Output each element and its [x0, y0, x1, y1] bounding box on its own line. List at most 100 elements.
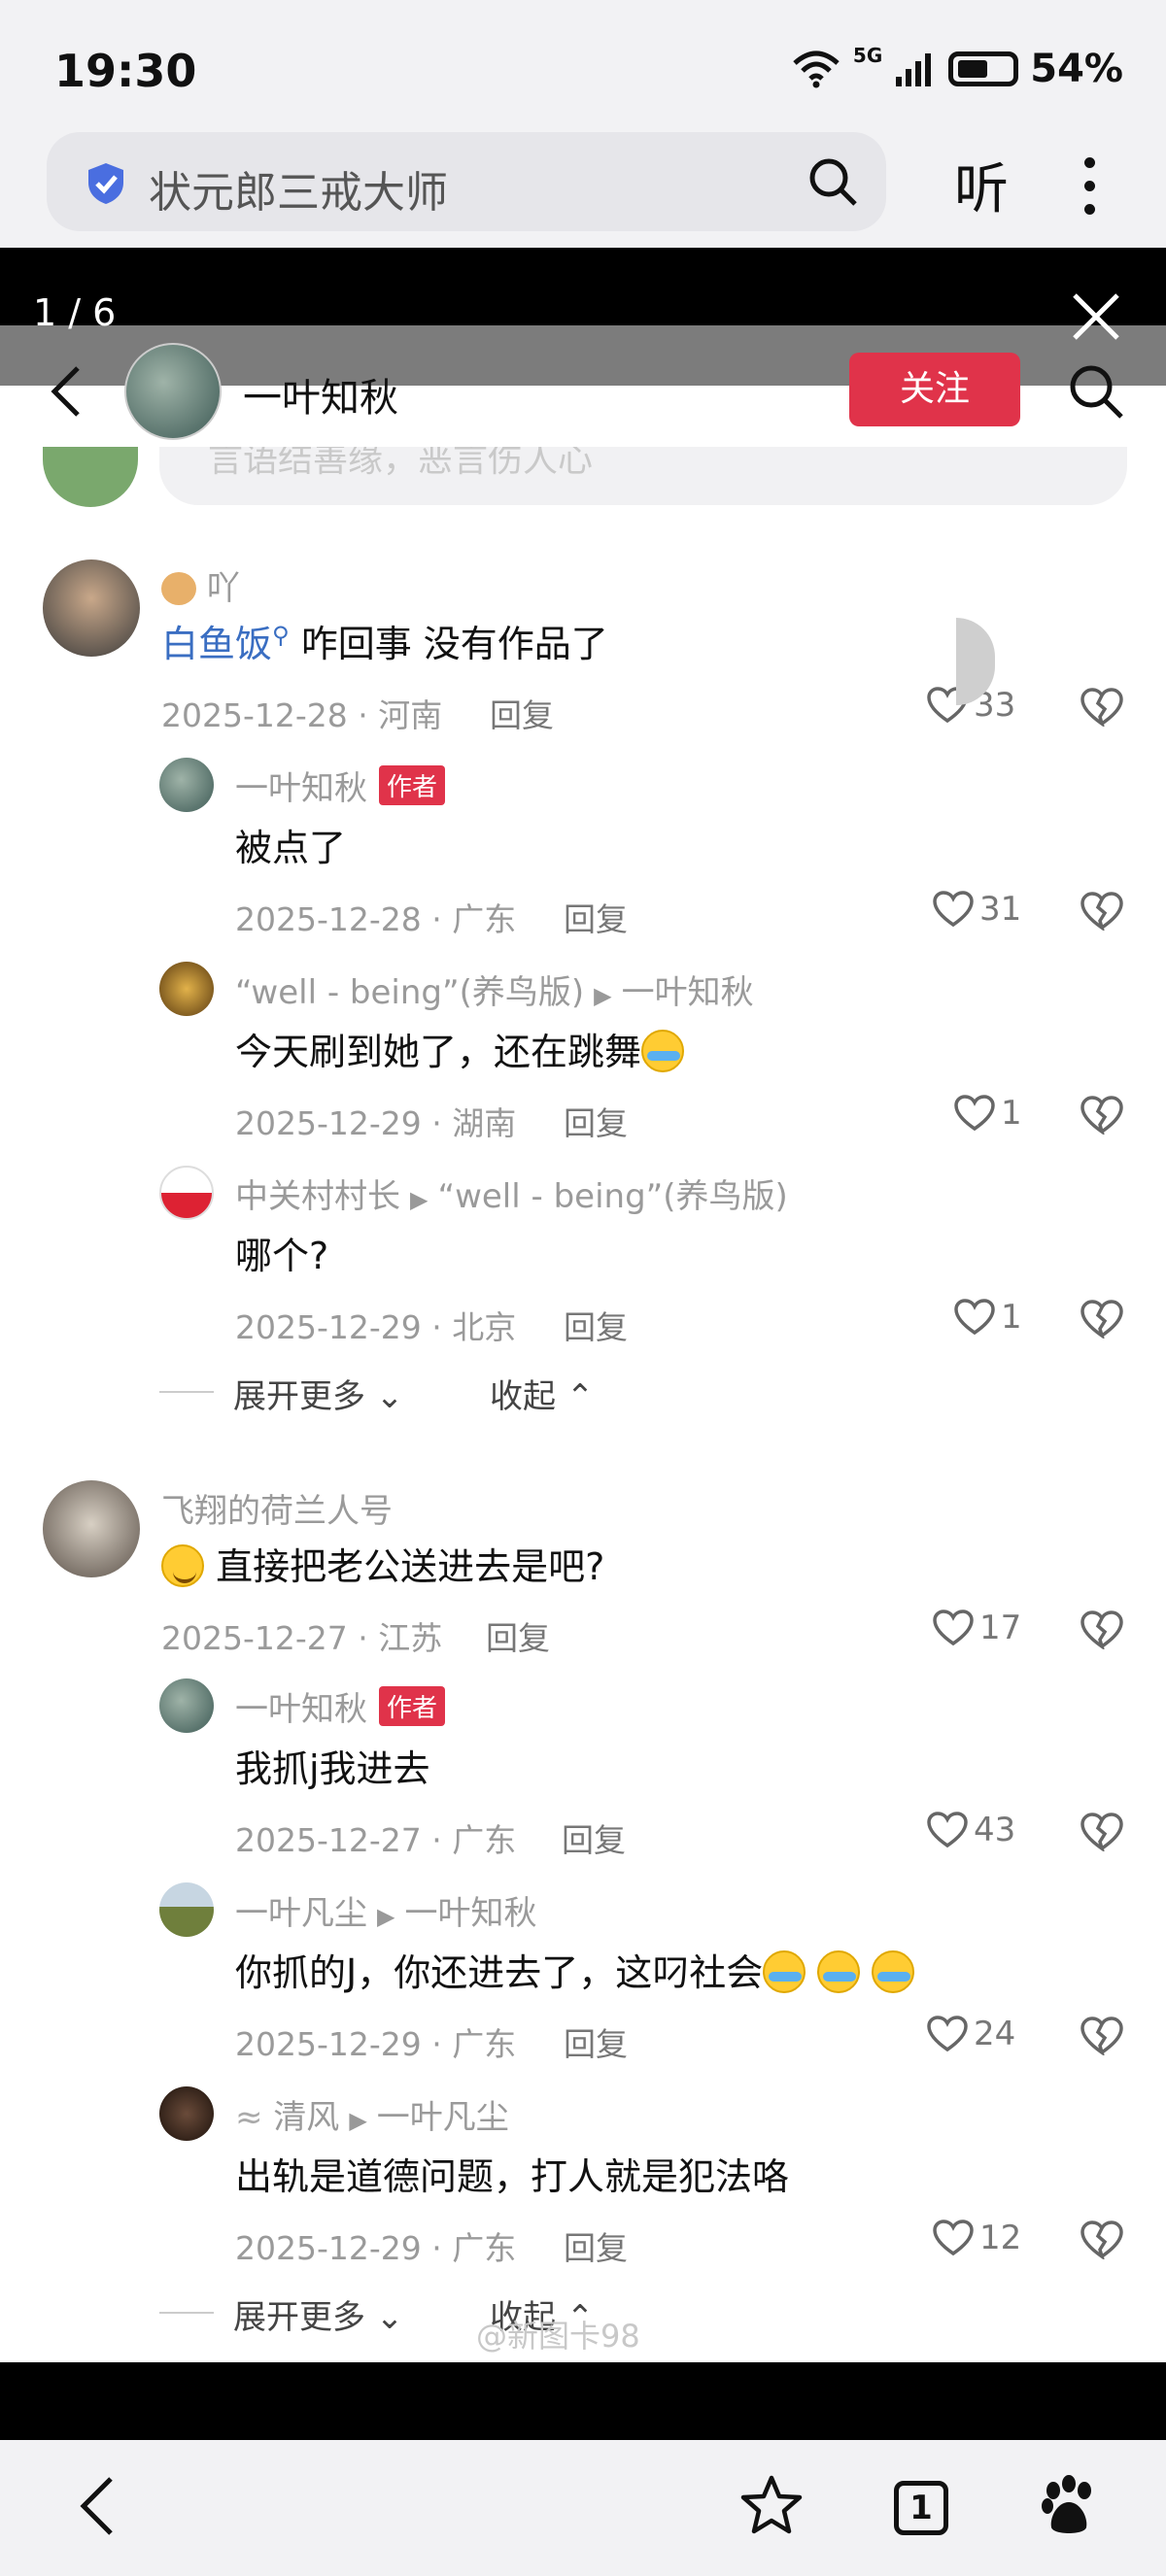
search-bar[interactable]: 状元郎三戒大师	[47, 132, 886, 231]
like-button[interactable]: 1	[954, 1094, 1022, 1133]
broken-heart-icon[interactable]	[1080, 2220, 1123, 2259]
comment-text: 咋回事 没有作品了	[300, 623, 608, 665]
comment-date: 2025-12-28 · 河南	[161, 696, 443, 734]
watermark: @新图卡98	[476, 2318, 640, 2355]
dog-emoji-icon	[161, 572, 196, 605]
comment-text: 被点了	[235, 827, 347, 869]
crying-laugh-emoji-icon	[763, 1950, 806, 1993]
like-button[interactable]: 17	[933, 1609, 1021, 1647]
comment-username[interactable]: 飞翔的荷兰人号	[161, 1484, 393, 1532]
broken-heart-icon[interactable]	[1080, 2017, 1123, 2055]
app-header: 一叶知秋 关注	[0, 325, 1166, 461]
listen-button[interactable]: 听	[954, 146, 1009, 224]
like-button[interactable]: 12	[933, 2219, 1021, 2257]
tabs-button[interactable]: 1	[894, 2481, 948, 2535]
close-icon[interactable]	[1069, 289, 1123, 344]
comment-username[interactable]: 中关村村长	[235, 1177, 400, 1216]
image-counter: 1 / 6	[33, 291, 117, 334]
reply-button[interactable]: 回复	[564, 2018, 628, 2065]
shield-icon	[88, 163, 123, 204]
reply-target[interactable]: 一叶知秋	[622, 973, 754, 1012]
comment-username[interactable]: 一叶知秋	[235, 1690, 367, 1729]
reply-button[interactable]: 回复	[564, 894, 628, 940]
reply-button[interactable]: 回复	[564, 1302, 628, 1348]
more-menu-icon[interactable]	[1084, 157, 1098, 216]
collapse-button[interactable]: 收起 ⌃	[490, 1370, 594, 1417]
comment-text: 直接把老公送进去是吧?	[216, 1545, 605, 1588]
avatar[interactable]	[159, 1166, 214, 1220]
avatar[interactable]	[43, 1480, 140, 1577]
broken-heart-icon[interactable]	[1080, 1096, 1123, 1135]
reply-arrow-icon: ▶	[410, 1186, 429, 1213]
back-arrow-icon[interactable]	[76, 2475, 119, 2537]
reply-arrow-icon: ▶	[594, 982, 612, 1009]
comment-input[interactable]: 言语结善缘，恶言伤人心	[159, 447, 1127, 505]
broken-heart-icon[interactable]	[1080, 1610, 1123, 1649]
crying-laugh-emoji-icon	[872, 1950, 915, 1993]
like-button[interactable]: 1	[954, 1298, 1022, 1337]
star-icon[interactable]	[740, 2475, 803, 2535]
comment-text: 哪个?	[235, 1235, 329, 1277]
search-query: 状元郎三戒大师	[149, 168, 448, 218]
comment-username[interactable]: 一叶凡尘	[235, 1894, 367, 1933]
like-count: 43	[974, 1811, 1016, 1849]
heart-icon	[954, 1299, 995, 1336]
battery-level: 54%	[1030, 47, 1123, 91]
reply-arrow-icon: ▶	[377, 1903, 395, 1930]
comment-date: 2025-12-28 · 广东	[235, 900, 517, 938]
reply-target[interactable]: 一叶凡尘	[377, 2098, 509, 2137]
grin-emoji-icon	[161, 1544, 204, 1587]
mention-link[interactable]: 白鱼饭	[161, 623, 272, 665]
avatar[interactable]	[159, 1882, 214, 1937]
comment-date: 2025-12-27 · 江苏	[161, 1619, 443, 1657]
comment-date: 2025-12-29 · 北京	[235, 1308, 517, 1346]
follow-button[interactable]: 关注	[849, 353, 1020, 426]
comment-username[interactable]: 吖	[207, 569, 240, 608]
browser-toolbar: 状元郎三戒大师 听	[0, 126, 1166, 248]
reply-arrow-icon: ▶	[349, 2107, 367, 2134]
search-icon[interactable]	[806, 155, 859, 208]
comment-text: 你抓的J，你还进去了，这叼社会	[235, 1951, 764, 1994]
reply-button[interactable]: 回复	[486, 1612, 550, 1659]
reply-button[interactable]: 回复	[562, 1814, 626, 1861]
comment-username[interactable]: 一叶知秋	[235, 769, 367, 808]
status-bar: 19:30 5G 54%	[0, 0, 1166, 126]
broken-heart-icon[interactable]	[1080, 1813, 1123, 1851]
like-button[interactable]: 31	[933, 890, 1021, 929]
heart-icon	[927, 1812, 968, 1848]
comment-date: 2025-12-29 · 广东	[235, 2025, 517, 2063]
wifi-icon	[793, 51, 840, 88]
expand-more-button[interactable]: 展开更多 ⌄	[233, 2290, 403, 2338]
avatar[interactable]	[43, 559, 140, 657]
comment-text: 我抓j我进去	[235, 1747, 430, 1790]
signal-icon	[896, 53, 932, 86]
bottom-nav: 1	[0, 2440, 1166, 2576]
heart-icon	[933, 2220, 974, 2256]
reply-target[interactable]: 一叶知秋	[404, 1894, 536, 1933]
broken-heart-icon[interactable]	[1080, 892, 1123, 931]
comment-username[interactable]: 清风	[273, 2098, 339, 2137]
back-arrow-icon[interactable]	[47, 364, 86, 419]
reply-button[interactable]: 回复	[490, 690, 554, 736]
avatar[interactable]	[159, 758, 214, 812]
like-button[interactable]: 43	[927, 1811, 1015, 1849]
broken-heart-icon[interactable]	[1080, 688, 1123, 727]
avatar[interactable]	[159, 962, 214, 1016]
reply-target[interactable]: “well - being”(养鸟版)	[437, 1177, 787, 1216]
heart-icon	[933, 1610, 974, 1646]
avatar[interactable]	[159, 1678, 214, 1733]
comment-date: 2025-12-27 · 广东	[235, 1821, 517, 1859]
viewer-top-bar	[0, 248, 1166, 325]
header-username: 一叶知秋	[243, 376, 398, 421]
reply-button[interactable]: 回复	[564, 2222, 628, 2269]
avatar[interactable]	[124, 343, 222, 440]
broken-heart-icon[interactable]	[1080, 1300, 1123, 1339]
like-button[interactable]: 24	[927, 2015, 1015, 2053]
reply-button[interactable]: 回复	[564, 1098, 628, 1144]
heart-icon	[933, 891, 974, 928]
comment-username[interactable]: “well - being”(养鸟版)	[235, 973, 584, 1012]
baidu-paw-icon[interactable]	[1040, 2475, 1098, 2537]
expand-more-button[interactable]: 展开更多 ⌄	[233, 1370, 403, 1417]
avatar[interactable]	[159, 2086, 214, 2141]
search-icon[interactable]	[1067, 362, 1125, 421]
